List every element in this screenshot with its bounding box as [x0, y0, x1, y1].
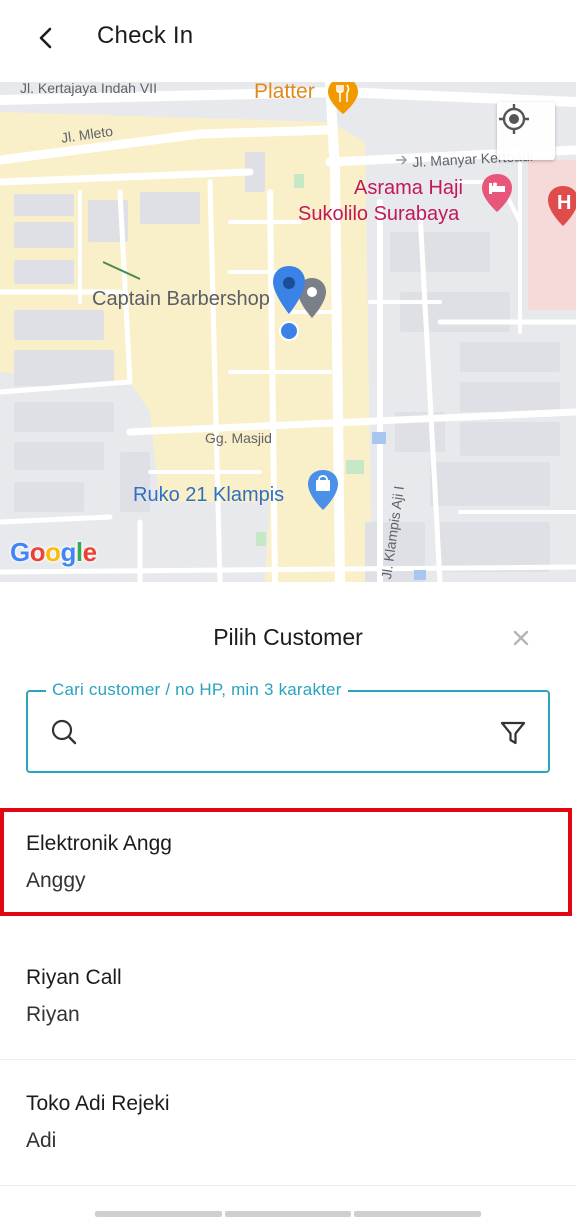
- my-location-icon: [499, 104, 529, 134]
- bottom-bar-segment: [354, 1211, 482, 1217]
- one-way-arrow-icon: [396, 155, 408, 165]
- page-title: Check In: [97, 22, 194, 49]
- shopping-pin-icon[interactable]: [308, 470, 338, 510]
- chevron-left-icon: [39, 27, 52, 49]
- filter-icon: [500, 721, 526, 745]
- google-logo-l: l: [75, 537, 83, 567]
- search-field[interactable]: Cari customer / no HP, min 3 karakter: [26, 680, 550, 773]
- customer-list: Elektronik Angg Anggy Riyan Call Riyan T…: [0, 808, 576, 1186]
- list-item[interactable]: Riyan Call Riyan: [0, 934, 576, 1060]
- hotel-pin-icon[interactable]: [482, 174, 512, 212]
- customer-owner: Adi: [26, 1129, 57, 1152]
- back-button[interactable]: [26, 18, 66, 58]
- my-location-button[interactable]: [497, 102, 555, 160]
- search-icon: [51, 719, 77, 745]
- poi-label-asrama-line1[interactable]: Asrama Haji: [354, 175, 463, 201]
- close-icon: [513, 630, 529, 646]
- bottom-loading-bar: [95, 1211, 482, 1217]
- hospital-letter: H: [557, 192, 572, 214]
- google-logo-e: e: [82, 537, 97, 567]
- location-marker-icon: [273, 266, 305, 341]
- poi-label-platter[interactable]: Platter: [254, 82, 315, 104]
- bottom-bar-segment: [95, 1211, 222, 1217]
- list-item[interactable]: Toko Adi Rejeki Adi: [0, 1060, 576, 1186]
- customer-owner: Anggy: [26, 869, 86, 892]
- customer-name: Toko Adi Rejeki: [26, 1092, 170, 1115]
- bottom-bar-segment: [224, 1211, 352, 1217]
- sheet-title: Pilih Customer: [213, 624, 363, 650]
- search-label: Cari customer / no HP, min 3 karakter: [46, 680, 348, 700]
- poi-label-captain[interactable]: Captain Barbershop: [92, 288, 270, 311]
- customer-name: Riyan Call: [26, 966, 122, 989]
- map-view[interactable]: Jl. Kertajaya Indah VII Jl. Mleto Jl. Ma…: [0, 82, 576, 582]
- google-logo-g2: g: [60, 537, 77, 567]
- customer-name: Elektronik Angg: [26, 832, 172, 855]
- filter-button[interactable]: [496, 716, 530, 750]
- street-label-masjid: Gg. Masjid: [205, 430, 272, 446]
- google-logo-g: G: [10, 537, 30, 567]
- app-header: Check In: [0, 0, 576, 80]
- poi-label-ruko[interactable]: Ruko 21 Klampis: [133, 484, 284, 507]
- list-item[interactable]: Elektronik Angg Anggy: [0, 808, 572, 916]
- street-label-kertajaya: Jl. Kertajaya Indah VII: [20, 82, 157, 96]
- search-input[interactable]: [90, 710, 480, 754]
- customer-owner: Riyan: [26, 1003, 80, 1026]
- poi-label-asrama-line2[interactable]: Sukolilo Surabaya: [298, 201, 459, 227]
- customer-sheet: Pilih Customer Cari customer / no HP, mi…: [0, 582, 576, 1217]
- google-logo-o1: o: [29, 537, 46, 567]
- close-button[interactable]: [507, 624, 535, 652]
- restaurant-pin-icon[interactable]: [328, 82, 358, 114]
- google-logo-o2: o: [45, 537, 61, 567]
- google-logo: Google: [10, 537, 97, 568]
